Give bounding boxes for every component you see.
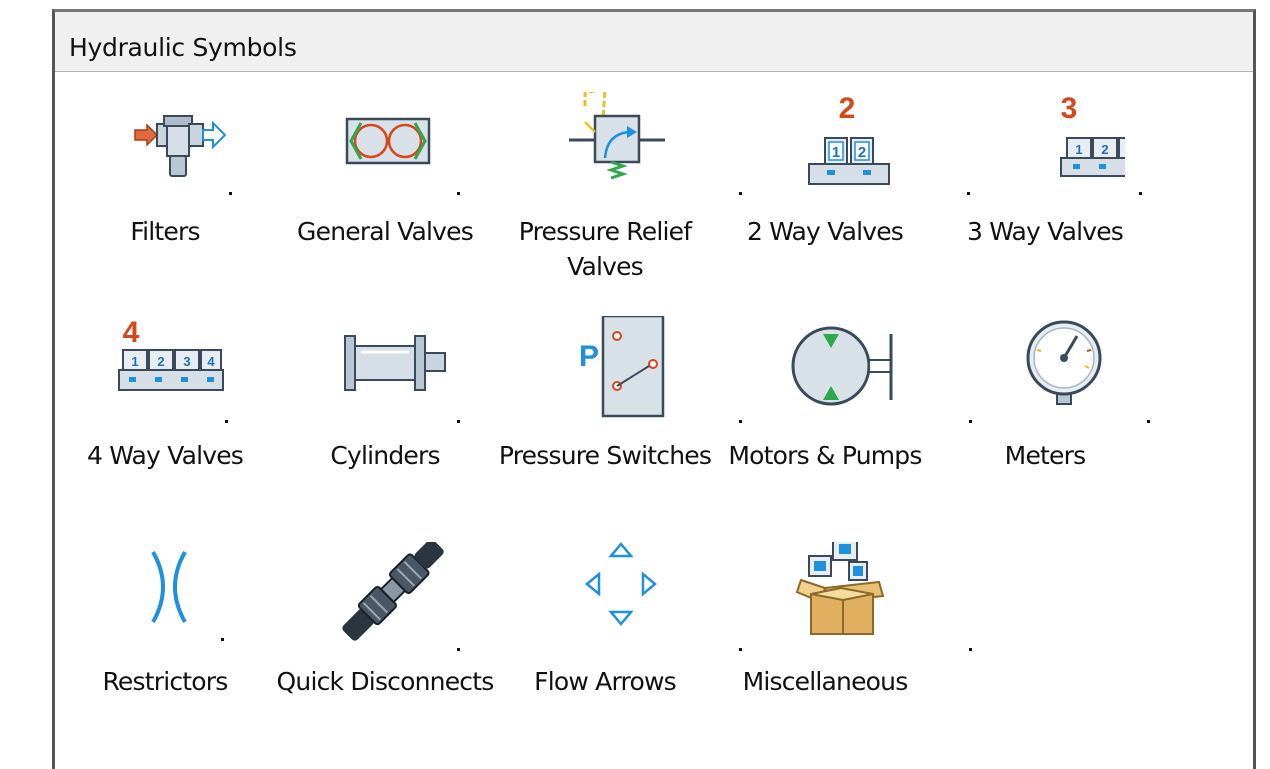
corner-marker [969,648,972,651]
symbol-label: Flow Arrows [534,667,676,696]
symbol-label: General Valves [297,217,474,246]
symbol-label: Filters [130,217,200,246]
symbol-label: Cylinders [330,441,440,470]
symbol-label: Miscellaneous [742,667,909,696]
valve-cell-number: 3 [183,354,190,369]
symbol-item-2-way-valves[interactable]: 2 1 2 2 Way Valves [715,92,970,292]
symbol-item-cylinders[interactable]: Cylinders [275,316,495,516]
motor-pump-icon [745,316,905,426]
flow-arrows-icon [525,542,685,652]
cylinder-icon [305,316,465,426]
symbol-item-pressure-relief-valves[interactable]: Pressure Relief Valves [495,92,742,292]
symbol-label: 4 Way Valves [86,441,244,470]
symbol-label: Restrictors [102,667,228,696]
hydraulic-symbols-panel: Hydraulic Symbols Filters General Valves… [52,9,1256,769]
valve-cell-number: 1 [1075,142,1082,157]
valve-cell-number: 1 [131,354,138,369]
symbol-label: Motors & Pumps [728,441,922,470]
miscellaneous-box-icon [745,542,905,652]
panel-title: Hydraulic Symbols [69,33,297,62]
two-way-valve-icon: 2 1 2 [745,92,905,202]
corner-marker [457,420,460,423]
meter-gauge-icon [965,316,1125,426]
symbol-item-meters[interactable]: Meters [935,316,1155,516]
four-way-valve-icon: 4 1 2 3 4 [85,316,245,426]
symbol-label: 2 Way Valves [746,217,904,246]
general-valve-icon [305,92,465,202]
symbol-item-motors-pumps[interactable]: Motors & Pumps [715,316,972,516]
pressure-relief-valve-icon [525,92,685,202]
symbol-label: Pressure Switches [498,441,712,470]
corner-marker [457,648,460,651]
corner-marker [229,192,232,195]
symbol-item-miscellaneous[interactable]: Miscellaneous [715,542,972,742]
symbol-item-filters[interactable]: Filters [55,92,275,292]
corner-marker [225,420,228,423]
quick-disconnect-icon [305,542,465,652]
valve-count-badge: 3 [1061,92,1078,125]
corner-marker [1139,192,1142,195]
symbol-item-quick-disconnects[interactable]: Quick Disconnects [275,542,495,742]
valve-count-badge: 4 [123,316,140,349]
three-way-valve-icon: 3 1 2 3 [965,92,1125,202]
symbol-item-4-way-valves[interactable]: 4 1 2 3 4 4 Way Valves [55,316,275,516]
restrictor-icon [85,542,245,652]
symbol-item-3-way-valves[interactable]: 3 1 2 3 3 Way Valves [935,92,1155,292]
valve-cell-number: 2 [1101,142,1108,157]
symbol-item-restrictors[interactable]: Restrictors [55,542,275,742]
filter-icon [85,92,245,202]
corner-marker [221,638,224,641]
valve-cell-number: 1 [832,144,840,161]
symbol-item-flow-arrows[interactable]: Flow Arrows [495,542,742,742]
panel-header: Hydraulic Symbols [55,12,1253,72]
corner-marker [1147,420,1150,423]
valve-count-badge: 2 [839,92,856,125]
symbol-item-pressure-switches[interactable]: P Pressure Switches [495,316,742,516]
valve-cell-number: 4 [207,354,215,369]
pressure-switch-icon: P [525,316,685,426]
corner-marker [457,192,460,195]
pressure-letter: P [579,340,599,373]
symbol-label: 3 Way Valves [966,217,1124,246]
symbol-label: Meters [1004,441,1086,470]
valve-cell-number: 2 [157,354,164,369]
symbol-label: Pressure Relief Valves [518,217,692,281]
symbol-label: Quick Disconnects [276,667,495,696]
symbol-item-general-valves[interactable]: General Valves [275,92,495,292]
valve-cell-number: 2 [858,144,866,161]
